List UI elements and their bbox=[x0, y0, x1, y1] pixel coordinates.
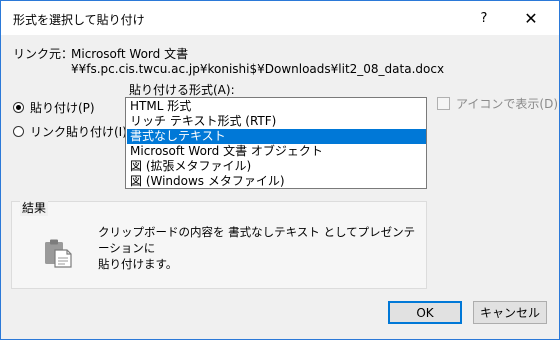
title-bar: 形式を選択して貼り付け ? ✕ bbox=[1, 1, 559, 35]
paste-link-radio-label: リンク貼り付け(I) bbox=[30, 125, 127, 139]
result-line-1: クリップボードの内容を 書式なしテキスト としてプレゼンテーションに bbox=[98, 225, 416, 255]
window-title: 形式を選択して貼り付け bbox=[13, 13, 145, 27]
format-list-label: 貼り付ける形式(A): bbox=[129, 83, 235, 97]
close-button[interactable]: ✕ bbox=[509, 1, 553, 35]
paste-radio-label: 貼り付け(P) bbox=[30, 101, 95, 115]
help-button[interactable]: ? bbox=[462, 1, 506, 35]
display-as-icon-checkbox[interactable]: アイコンで表示(D) bbox=[437, 95, 558, 112]
format-item-emf[interactable]: 図 (拡張メタファイル) bbox=[127, 159, 426, 174]
paste-special-dialog: 形式を選択して貼り付け ? ✕ リンク元： Microsoft Word 文書 … bbox=[0, 0, 560, 340]
format-item-rtf[interactable]: リッチ テキスト形式 (RTF) bbox=[127, 114, 426, 129]
source-name: Microsoft Word 文書 bbox=[71, 47, 189, 61]
paste-radio[interactable]: 貼り付け(P) bbox=[13, 99, 95, 116]
result-label: 結果 bbox=[20, 199, 49, 216]
source-path: ¥¥fs.pc.cis.twcu.ac.jp¥konishi$¥Download… bbox=[71, 62, 445, 76]
checkbox-box[interactable] bbox=[437, 97, 450, 110]
ok-button[interactable]: OK bbox=[388, 301, 462, 324]
display-as-icon-label: アイコンで表示(D) bbox=[456, 97, 559, 111]
paste-clipboard-icon bbox=[45, 239, 72, 268]
result-group: 結果 クリップボードの内容を 書式なしテキスト としてプレゼンテーションに 貼り… bbox=[11, 199, 427, 289]
format-item-html[interactable]: HTML 形式 bbox=[127, 99, 426, 114]
result-line-2: 貼り付けます。 bbox=[98, 257, 178, 271]
format-item-wmf[interactable]: 図 (Windows メタファイル) bbox=[127, 174, 426, 189]
format-item-plain-text[interactable]: 書式なしテキスト bbox=[127, 129, 426, 144]
radio-circle[interactable] bbox=[13, 126, 24, 137]
format-item-word-object[interactable]: Microsoft Word 文書 オブジェクト bbox=[127, 144, 426, 159]
paste-link-radio[interactable]: リンク貼り付け(I) bbox=[13, 123, 127, 140]
cancel-button[interactable]: キャンセル bbox=[473, 301, 547, 324]
source-label: リンク元： bbox=[13, 47, 74, 61]
radio-circle[interactable] bbox=[13, 102, 24, 113]
format-listbox[interactable]: HTML 形式 リッチ テキスト形式 (RTF) 書式なしテキスト Micros… bbox=[125, 97, 427, 189]
result-description: クリップボードの内容を 書式なしテキスト としてプレゼンテーションに 貼り付けま… bbox=[98, 224, 420, 272]
